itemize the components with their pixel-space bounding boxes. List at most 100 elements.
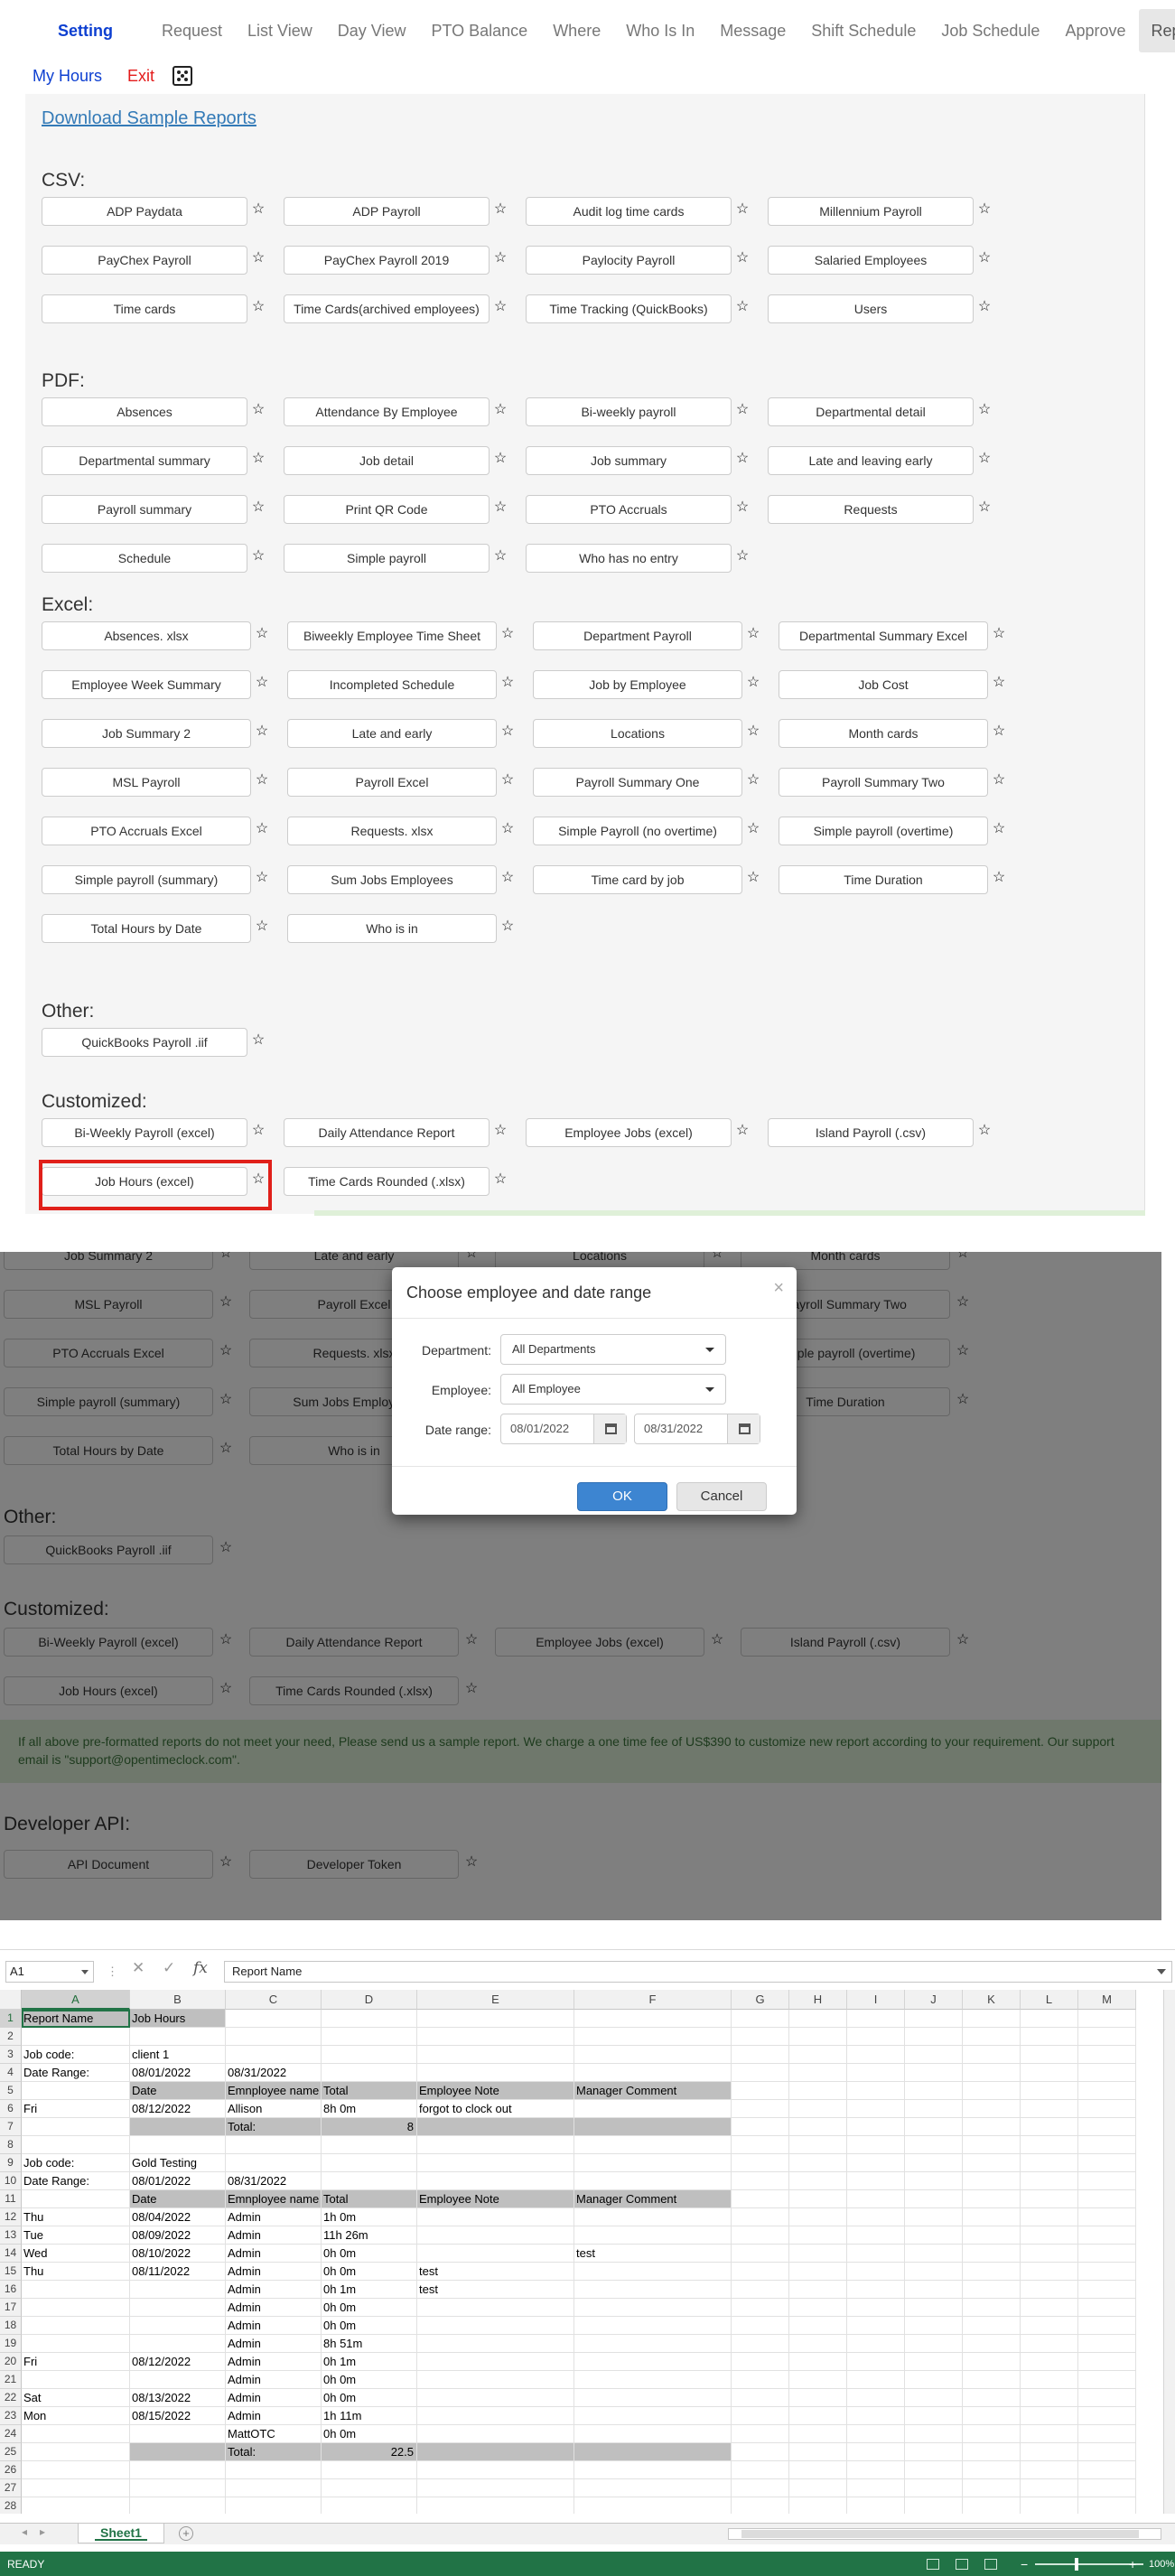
table-cell[interactable] <box>732 2118 789 2136</box>
sheet-tab[interactable]: Sheet1 <box>78 2524 164 2543</box>
table-cell[interactable] <box>963 2317 1021 2335</box>
table-cell[interactable] <box>963 2136 1021 2154</box>
nav-day-view[interactable]: Day View <box>325 9 419 52</box>
row-header[interactable]: 2 <box>0 2028 22 2046</box>
table-cell[interactable]: 11h 26m <box>322 2226 417 2245</box>
row-header[interactable]: 10 <box>0 2172 22 2190</box>
table-cell[interactable] <box>574 2028 732 2046</box>
table-cell[interactable] <box>574 2389 732 2407</box>
report-button-job-detail[interactable]: Job detail <box>284 446 490 475</box>
table-cell[interactable] <box>1078 2479 1136 2497</box>
table-cell[interactable] <box>130 2136 226 2154</box>
name-box[interactable]: A1 <box>5 1961 94 1983</box>
report-button-time-tracking-quickbooks[interactable]: Time Tracking (QuickBooks) <box>526 294 732 323</box>
star-icon[interactable]: ☆ <box>977 1124 992 1138</box>
table-cell[interactable] <box>963 2479 1021 2497</box>
table-cell[interactable] <box>905 2226 963 2245</box>
table-cell[interactable] <box>963 2208 1021 2226</box>
table-cell[interactable] <box>789 2479 847 2497</box>
ok-button[interactable]: OK <box>577 1482 667 1511</box>
table-cell[interactable]: Fri <box>22 2353 130 2371</box>
table-cell[interactable] <box>1078 2407 1136 2425</box>
table-cell[interactable]: 22.5 <box>322 2443 417 2461</box>
star-icon[interactable]: ☆ <box>493 251 508 266</box>
nav-reports[interactable]: Reports <box>1138 9 1175 52</box>
table-cell[interactable] <box>905 2353 963 2371</box>
table-cell[interactable] <box>1021 2335 1078 2353</box>
table-cell[interactable] <box>732 2425 789 2443</box>
report-button-job-by-employee[interactable]: Job by Employee <box>533 670 742 699</box>
table-cell[interactable]: Employee Note <box>417 2082 574 2100</box>
table-cell[interactable]: 0h 0m <box>322 2371 417 2389</box>
table-cell[interactable] <box>847 2407 905 2425</box>
nav-job-schedule[interactable]: Job Schedule <box>928 9 1052 52</box>
table-cell[interactable] <box>905 2335 963 2353</box>
row-header[interactable]: 1 <box>0 2010 22 2028</box>
table-cell[interactable]: 0h 1m <box>322 2281 417 2299</box>
star-icon[interactable]: ☆ <box>977 202 992 217</box>
report-button-quickbooks-payroll-iif[interactable]: QuickBooks Payroll .iif <box>42 1028 247 1057</box>
table-cell[interactable] <box>963 2497 1021 2514</box>
report-button-paylocity-payroll[interactable]: Paylocity Payroll <box>526 246 732 275</box>
table-cell[interactable] <box>1078 2046 1136 2064</box>
nav-message[interactable]: Message <box>707 9 798 52</box>
table-cell[interactable] <box>905 2118 963 2136</box>
star-icon[interactable]: ☆ <box>500 724 515 739</box>
table-cell[interactable] <box>22 2190 130 2208</box>
table-cell[interactable]: Admin <box>226 2335 322 2353</box>
table-cell[interactable] <box>732 2497 789 2514</box>
report-button-payroll-summary-two[interactable]: Payroll Summary Two <box>779 768 988 797</box>
report-button-users[interactable]: Users <box>768 294 974 323</box>
report-button-employee-jobs-excel[interactable]: Employee Jobs (excel) <box>526 1118 732 1147</box>
table-cell[interactable] <box>1078 2082 1136 2100</box>
report-button-department-payroll[interactable]: Department Payroll <box>533 621 742 650</box>
table-cell[interactable] <box>905 2245 963 2263</box>
report-button-absences[interactable]: Absences <box>42 397 247 426</box>
star-icon[interactable]: ☆ <box>251 549 266 564</box>
report-button-biweekly-employee-time-sheet[interactable]: Biweekly Employee Time Sheet <box>287 621 497 650</box>
star-icon[interactable]: ☆ <box>493 300 508 314</box>
table-cell[interactable] <box>847 2046 905 2064</box>
table-cell[interactable] <box>789 2010 847 2028</box>
table-cell[interactable] <box>1021 2281 1078 2299</box>
report-button-who-has-no-entry[interactable]: Who has no entry <box>526 544 732 573</box>
report-button-requests[interactable]: Requests <box>768 495 974 524</box>
table-cell[interactable] <box>574 2371 732 2389</box>
table-cell[interactable] <box>847 2154 905 2172</box>
table-cell[interactable]: 08/13/2022 <box>130 2389 226 2407</box>
report-button-attendance-by-employee[interactable]: Attendance By Employee <box>284 397 490 426</box>
table-cell[interactable]: Fri <box>22 2100 130 2118</box>
table-cell[interactable] <box>130 2497 226 2514</box>
report-button-print-qr-code[interactable]: Print QR Code <box>284 495 490 524</box>
table-cell[interactable] <box>417 2299 574 2317</box>
table-cell[interactable] <box>1021 2208 1078 2226</box>
report-button-time-duration[interactable]: Time Duration <box>779 865 988 894</box>
row-header[interactable]: 20 <box>0 2353 22 2371</box>
star-icon[interactable]: ☆ <box>992 871 1006 885</box>
table-cell[interactable] <box>574 2299 732 2317</box>
table-cell[interactable] <box>1078 2190 1136 2208</box>
table-cell[interactable] <box>322 2497 417 2514</box>
table-cell[interactable] <box>732 2100 789 2118</box>
table-cell[interactable] <box>574 2226 732 2245</box>
table-cell[interactable]: Wed <box>22 2245 130 2263</box>
table-cell[interactable] <box>1078 2263 1136 2281</box>
table-cell[interactable] <box>130 2281 226 2299</box>
table-cell[interactable] <box>789 2064 847 2082</box>
table-cell[interactable] <box>905 2407 963 2425</box>
table-cell[interactable] <box>1021 2010 1078 2028</box>
date-from-input[interactable]: 08/01/2022 <box>500 1414 627 1444</box>
table-cell[interactable] <box>732 2443 789 2461</box>
row-header[interactable]: 15 <box>0 2263 22 2281</box>
table-cell[interactable] <box>417 2389 574 2407</box>
table-cell[interactable] <box>847 2100 905 2118</box>
table-cell[interactable] <box>22 2425 130 2443</box>
table-cell[interactable] <box>847 2172 905 2190</box>
table-cell[interactable] <box>905 2479 963 2497</box>
table-cell[interactable] <box>226 2136 322 2154</box>
table-cell[interactable] <box>732 2479 789 2497</box>
nav-shift-schedule[interactable]: Shift Schedule <box>798 9 928 52</box>
table-cell[interactable] <box>130 2371 226 2389</box>
star-icon[interactable]: ☆ <box>977 251 992 266</box>
table-cell[interactable] <box>732 2208 789 2226</box>
